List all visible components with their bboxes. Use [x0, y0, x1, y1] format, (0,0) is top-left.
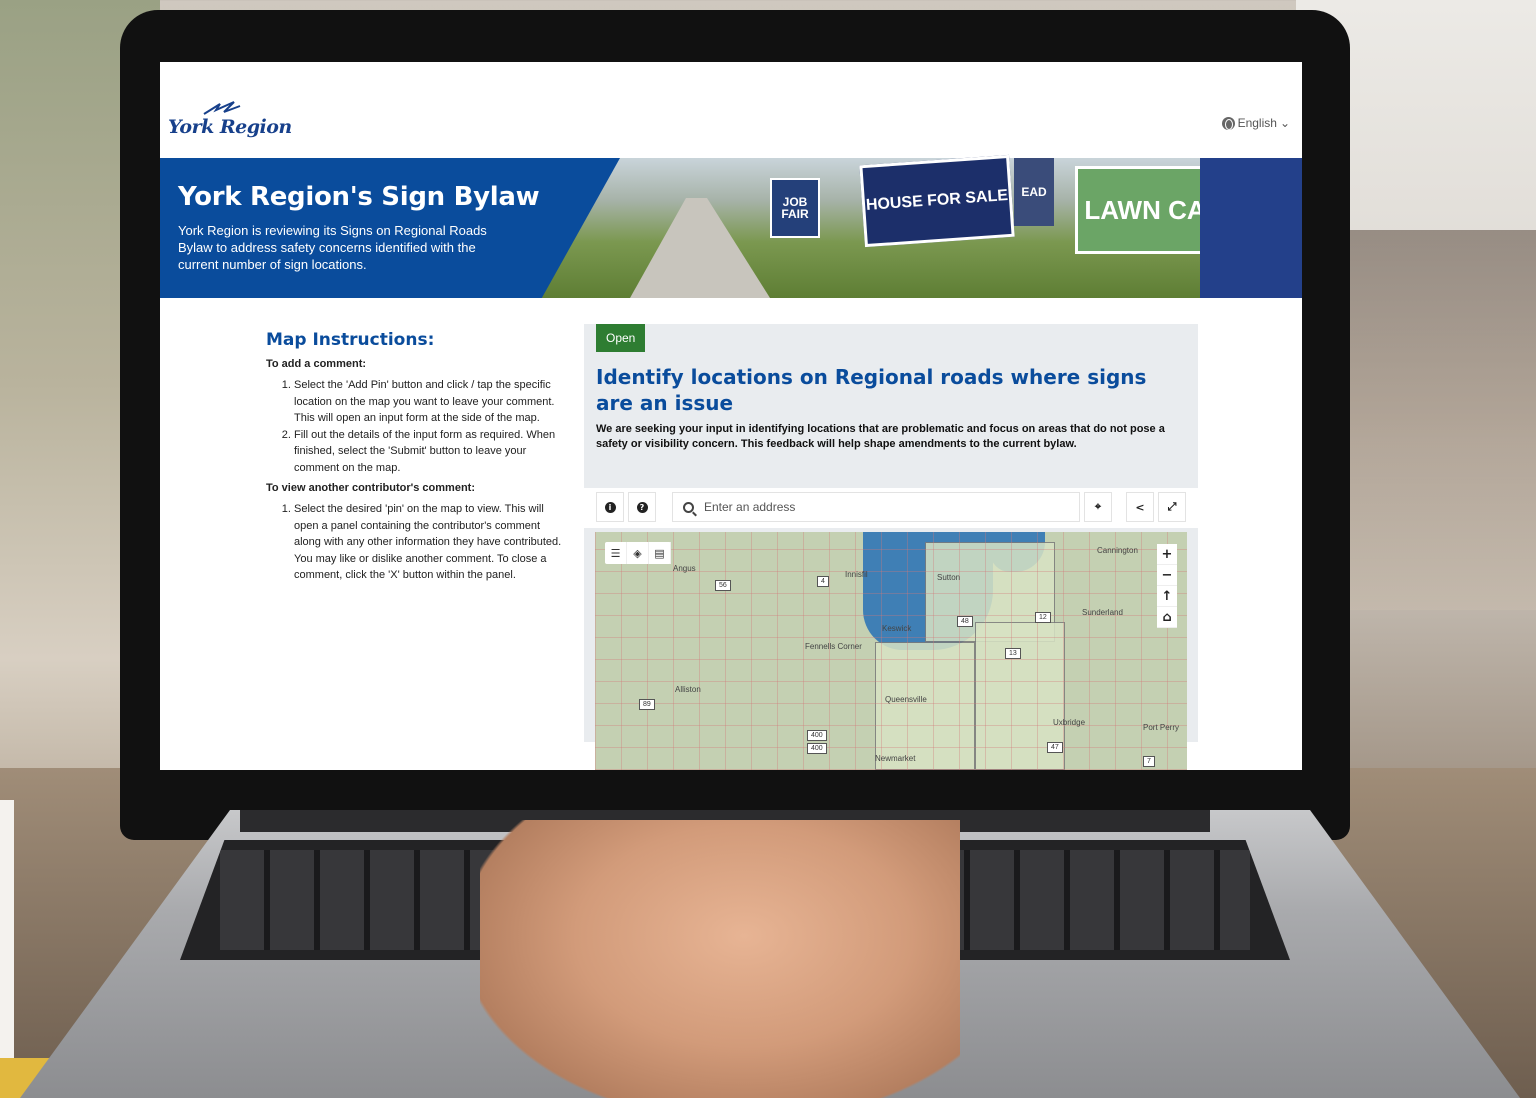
sidewalk [630, 198, 770, 298]
highway-shield: 4 [817, 576, 829, 587]
map-tools: ☰ ◈ ▤ [605, 542, 671, 564]
language-selector[interactable]: English ⌄ [1221, 116, 1290, 130]
site-header: York Region English ⌄ [160, 62, 1302, 158]
hero-title: York Region's Sign Bylaw [178, 182, 540, 212]
lawn-sign: LAWN CA [1075, 166, 1215, 254]
list-item: Select the 'Add Pin' button and click / … [294, 377, 570, 427]
user-hand [480, 820, 960, 1098]
address-search[interactable] [672, 492, 1080, 522]
list-item: Fill out the details of the input form a… [294, 427, 570, 477]
map-label: Sutton [937, 573, 961, 582]
map-toolbar: i ? ⌖ < ⤢ [584, 488, 1198, 528]
crosshair-icon: ⌖ [1094, 500, 1102, 513]
map-label: Alliston [675, 685, 701, 694]
address-search-input[interactable] [704, 500, 1064, 514]
highway-shield: 12 [1035, 612, 1051, 623]
background-shelf [1346, 230, 1536, 610]
highway-shield: 400 [807, 730, 827, 741]
fullscreen-button[interactable]: ⤢ [1158, 492, 1186, 522]
map-label: Innisfil [845, 570, 868, 579]
globe-icon [1221, 116, 1235, 130]
expand-icon: ⤢ [1167, 500, 1177, 513]
share-icon: < [1135, 500, 1145, 514]
highway-shield: 56 [715, 580, 731, 591]
compass-icon[interactable]: ↑ [1157, 586, 1177, 607]
map-label: Newmarket [875, 754, 916, 763]
york-region-logo[interactable]: York Region [168, 100, 292, 138]
highway-shield: 89 [639, 699, 655, 710]
map-label: Port Perry [1143, 723, 1180, 732]
zoom-in-button[interactable]: + [1157, 544, 1177, 565]
list-item: Select the desired 'pin' on the map to v… [294, 501, 570, 584]
home-icon[interactable]: ⌂ [1157, 607, 1177, 628]
language-label: English [1237, 116, 1277, 130]
help-button[interactable]: ? [628, 492, 656, 522]
panel-description: We are seeking your input in identifying… [596, 423, 1165, 450]
house-icon-sign [1200, 158, 1302, 298]
hero-banner: JOB FAIR HOUSE FOR SALE EAD LAWN CA York… [160, 154, 1302, 298]
map-label: Uxbridge [1053, 718, 1086, 727]
chevron-down-icon: ⌄ [1279, 116, 1290, 130]
map-label: Fennells Corner [805, 642, 862, 651]
view-comment-steps: Select the desired 'pin' on the map to v… [266, 501, 570, 584]
list-icon[interactable]: ☰ [605, 542, 627, 564]
add-comment-steps: Select the 'Add Pin' button and click / … [266, 377, 570, 476]
job-fair-sign: JOB FAIR [770, 178, 820, 238]
background-paper [0, 800, 14, 1070]
highway-shield: 13 [1005, 648, 1021, 659]
map-label: Angus [673, 564, 696, 573]
map-label: Sunderland [1082, 608, 1123, 617]
instructions-title: Map Instructions: [266, 330, 435, 350]
info-button[interactable]: i [596, 492, 624, 522]
view-comment-heading: To view another contributor's comment: [266, 482, 475, 494]
locate-button[interactable]: ⌖ [1084, 492, 1112, 522]
laptop-screen: York Region English ⌄ JOB FAIR HOUSE FOR… [160, 62, 1302, 770]
logo-text: York Region [168, 116, 292, 138]
map-instructions: Map Instructions: To add a comment: Sele… [266, 330, 570, 590]
add-comment-heading: To add a comment: [266, 358, 367, 370]
zoom-out-button[interactable]: − [1157, 565, 1177, 586]
map-label: Cannington [1097, 546, 1138, 555]
highway-shield: 400 [807, 743, 827, 754]
basemap-icon[interactable]: ▤ [649, 542, 671, 564]
highway-shield: 7 [1143, 756, 1155, 767]
status-badge: Open [596, 324, 646, 352]
search-icon [683, 501, 694, 513]
zoom-controls: + − ↑ ⌂ [1157, 544, 1177, 628]
hero-photo: JOB FAIR HOUSE FOR SALE EAD LAWN CA [540, 154, 1302, 298]
info-icon: i [604, 501, 616, 513]
map-canvas[interactable]: Angus Innisfil Sutton Cannington Sunderl… [595, 532, 1187, 770]
panel-title: Identify locations on Regional roads whe… [596, 365, 1147, 415]
hero-description: York Region is reviewing its Signs on Re… [178, 223, 487, 272]
help-icon: ? [636, 501, 648, 513]
house-for-sale-sign: HOUSE FOR SALE [859, 154, 1015, 248]
highway-shield: 48 [957, 616, 973, 627]
highway-shield: 47 [1047, 742, 1063, 753]
map-label: Queensville [885, 695, 927, 704]
layers-icon[interactable]: ◈ [627, 542, 649, 564]
ead-sign: EAD [1014, 158, 1054, 226]
map-label: Keswick [882, 624, 912, 633]
bird-logo-icon [203, 101, 241, 115]
share-button[interactable]: < [1126, 492, 1154, 522]
